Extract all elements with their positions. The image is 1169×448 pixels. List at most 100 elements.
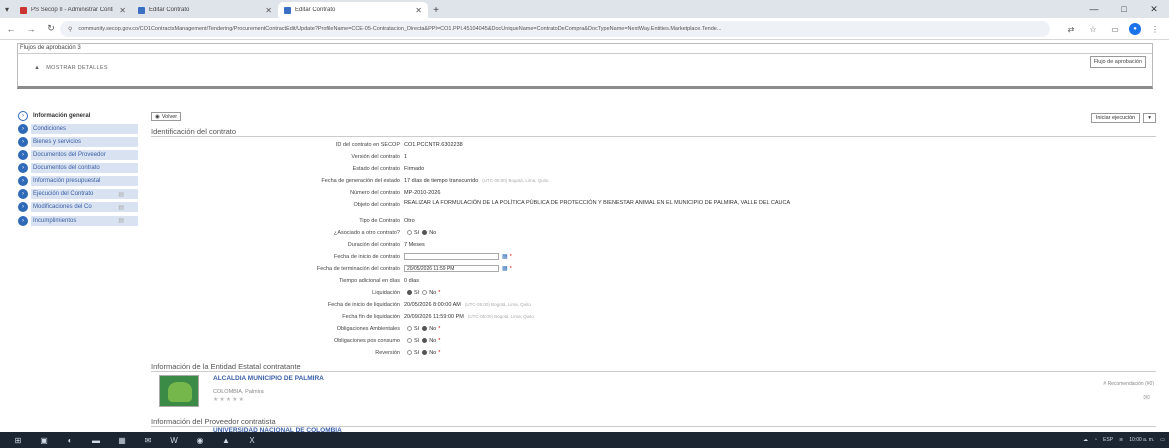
site-info-icon[interactable]: ⚲ xyxy=(68,26,72,33)
nav-item-goods-services[interactable]: › Bienes y servicios xyxy=(18,136,138,148)
lock-icon: ▤ xyxy=(118,218,124,224)
edge-browser-icon[interactable]: ◐ xyxy=(62,434,78,446)
language-indicator[interactable]: ESP xyxy=(1103,437,1113,443)
nav-item-provider-documents[interactable]: › Documentos del Proveedor xyxy=(18,149,138,161)
more-options-button[interactable]: ▾ xyxy=(1143,113,1156,123)
secop-favicon-icon xyxy=(20,6,27,14)
clock[interactable]: 10:00 a. m. xyxy=(1129,437,1154,443)
arrow-right-icon: › xyxy=(18,202,28,213)
arrow-right-icon: › xyxy=(18,163,28,174)
menu-dots-icon[interactable]: ⋮ xyxy=(1147,21,1163,37)
toolbar-actions: ⇄ ☆ ▭ ● ⋮ xyxy=(1063,21,1163,37)
no-radio[interactable] xyxy=(422,326,428,331)
browser-tab-3[interactable]: Editar Contrato ✕ xyxy=(278,2,428,18)
approval-flow-panel: Flujos de aprobación 3 ▲ MOSTRAR DETALLES… xyxy=(17,43,1153,89)
contract-section-nav: › Información general › Condiciones › Bi… xyxy=(18,110,138,228)
windows-start-icon[interactable]: ⊞ xyxy=(10,434,26,446)
nav-item-budget-info[interactable]: › Información presupuestal xyxy=(18,175,138,187)
show-details-toggle[interactable]: ▲ MOSTRAR DETALLES xyxy=(34,65,108,71)
window-controls: — □ ✕ xyxy=(1079,0,1169,18)
split-view-icon[interactable]: ▭ xyxy=(1107,21,1123,37)
weather-icon[interactable]: ☁ xyxy=(1083,437,1088,443)
field-contract-type: Tipo de Contrato Otro xyxy=(359,217,415,224)
close-window-button[interactable]: ✕ xyxy=(1139,0,1169,18)
mail-app-icon[interactable]: ✉ xyxy=(140,434,156,446)
nav-item-contract-modifications[interactable]: › Modificaciones del Co ▤ xyxy=(18,202,138,214)
yes-radio[interactable] xyxy=(407,350,412,355)
field-secop-id: ID del contrato en SECOP CO1.PCCNTR.6302… xyxy=(335,141,463,148)
triangle-up-icon: ▲ xyxy=(34,65,41,71)
nav-item-conditions[interactable]: › Condiciones xyxy=(18,123,138,135)
field-reversion: Reversión Sí No * xyxy=(375,349,441,356)
close-tab-icon[interactable]: ✕ xyxy=(415,6,422,15)
field-extra-time: Tiempo adicional en días 0 días xyxy=(339,277,419,284)
nav-item-breaches[interactable]: › Incumplimientos ▤ xyxy=(18,215,138,227)
divider xyxy=(18,53,1152,54)
new-tab-button[interactable]: + xyxy=(428,2,444,18)
arrow-right-icon: › xyxy=(18,176,28,187)
no-radio[interactable] xyxy=(422,290,428,295)
field-liquidation-start: Fecha de inicio de liquidación 20/05/202… xyxy=(327,301,531,308)
yes-radio[interactable] xyxy=(407,338,412,343)
os-taskbar: ⊞ ▣ ◐ ▬ ▦ ✉ W ◉ ▲ X ☁ ◔ ESP ≋ 10:00 a. m… xyxy=(0,432,1169,448)
section-title-contract-id: Identificación del contrato xyxy=(151,127,237,136)
file-explorer-icon[interactable]: ▬ xyxy=(88,434,104,446)
tab-search-icon[interactable]: ▾ xyxy=(0,0,14,18)
entity-rating: ★★★★★ xyxy=(213,397,245,403)
nav-item-contract-execution[interactable]: › Ejecución del Contrato ▤ xyxy=(18,189,138,201)
wifi-icon[interactable]: ≋ xyxy=(1119,437,1123,443)
yes-radio[interactable] xyxy=(407,230,412,235)
task-view-icon[interactable]: ▣ xyxy=(36,434,52,446)
yes-radio[interactable] xyxy=(407,290,412,295)
nav-item-contract-documents[interactable]: › Documentos del contrato xyxy=(18,162,138,174)
browser-tab-1[interactable]: PS Secop II - Administrar Contrato ✕ xyxy=(14,2,132,18)
reload-icon[interactable]: ↻ xyxy=(42,20,60,38)
calendar-icon[interactable]: ▦ xyxy=(502,253,508,260)
field-duration: Duración del contrato 7 Meses xyxy=(347,241,425,248)
lock-icon: ▤ xyxy=(118,191,124,198)
start-execution-button[interactable]: Iniciar ejecución xyxy=(1090,113,1141,123)
field-liquidation-end: Fecha fin de liquidación 20/09/2026 11:5… xyxy=(342,313,534,320)
nav-item-general-info[interactable]: › Información general xyxy=(18,110,138,122)
end-date-input[interactable]: 20/05/2026 11:59 PM xyxy=(404,265,499,272)
mail-icon[interactable]: ✉ xyxy=(1143,393,1150,402)
approval-flow-button[interactable]: Flujo de aprobación xyxy=(1089,56,1146,68)
field-status-date: Fecha de generación del estado 17 días d… xyxy=(321,177,549,184)
arrow-right-icon: › xyxy=(18,215,28,226)
arrow-right-icon: › xyxy=(18,110,28,121)
pdf-app-icon[interactable]: ▲ xyxy=(218,434,234,446)
chrome-icon[interactable]: ◉ xyxy=(192,434,208,446)
no-radio[interactable] xyxy=(422,230,428,235)
url-input[interactable]: ⚲ community.secop.gov.co/CO1ContractsMan… xyxy=(60,21,1050,37)
entity-name-link[interactable]: ALCALDIA MUNICIPIO DE PALMIRA xyxy=(213,375,324,382)
translate-icon[interactable]: ⇄ xyxy=(1063,21,1079,37)
no-radio[interactable] xyxy=(422,338,428,343)
bookmark-star-icon[interactable]: ☆ xyxy=(1085,21,1101,37)
profile-avatar-icon[interactable]: ● xyxy=(1129,23,1141,35)
yes-radio[interactable] xyxy=(407,326,412,331)
divider xyxy=(151,371,1156,372)
calendar-icon[interactable]: ▦ xyxy=(502,265,508,272)
word-app-icon[interactable]: W xyxy=(166,434,182,446)
forward-arrow-icon[interactable]: → xyxy=(22,20,40,38)
no-radio[interactable] xyxy=(422,350,428,355)
start-date-input[interactable] xyxy=(404,253,499,260)
close-tab-icon[interactable]: ✕ xyxy=(119,6,126,15)
back-circle-icon: ◉ xyxy=(155,113,160,120)
arrow-right-icon: › xyxy=(18,150,28,161)
entity-logo xyxy=(159,375,199,407)
excel-app-icon[interactable]: X xyxy=(244,434,260,446)
field-post-consumption-obligations: Obligaciones pos consumo Sí No * xyxy=(333,337,441,344)
maximize-button[interactable]: □ xyxy=(1109,0,1139,18)
back-button[interactable]: ◉ Volver xyxy=(151,112,182,121)
store-icon[interactable]: ▦ xyxy=(114,434,130,446)
approval-flow-title: Flujos de aprobación 3 xyxy=(20,45,81,51)
close-tab-icon[interactable]: ✕ xyxy=(265,6,272,15)
back-arrow-icon[interactable]: ← xyxy=(2,20,20,38)
volume-icon[interactable]: ◔ xyxy=(1094,437,1097,443)
field-associated-contract: ¿Asociado a otro contrato? Sí No xyxy=(333,229,437,236)
browser-tab-2[interactable]: Editar Contrato ✕ xyxy=(132,2,278,18)
minimize-button[interactable]: — xyxy=(1079,0,1109,18)
notifications-icon[interactable]: ▭ xyxy=(1160,437,1165,443)
section-title-provider: Información del Proveedor contratista xyxy=(151,417,276,426)
